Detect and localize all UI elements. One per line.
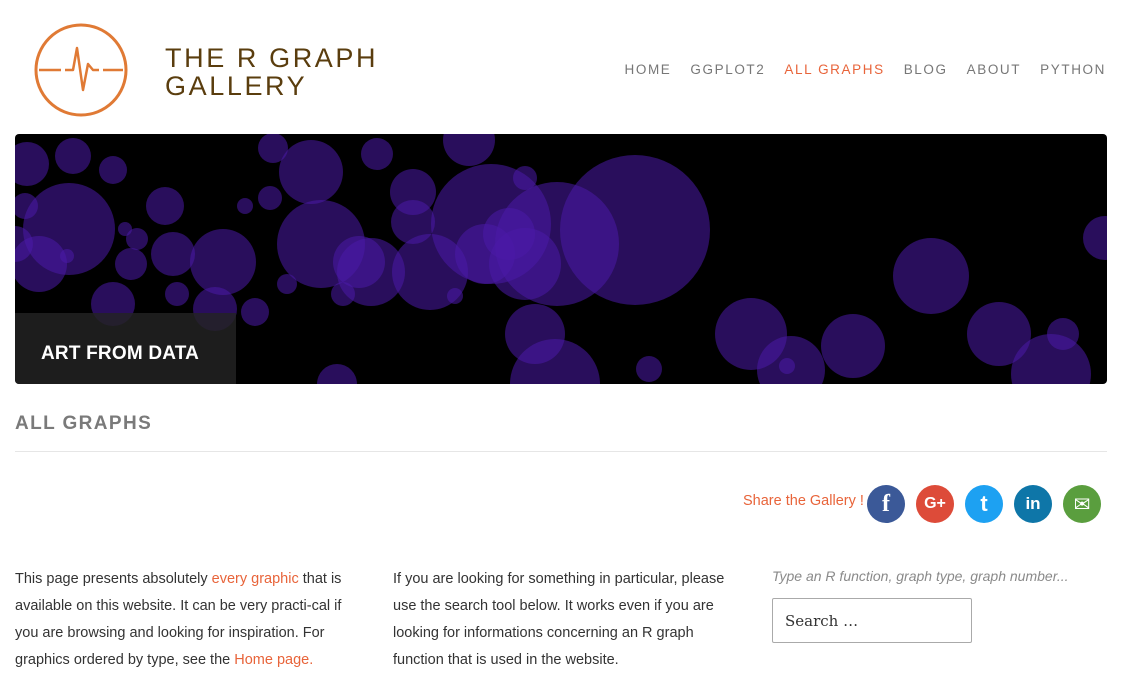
twitter-glyph: t [980,491,988,516]
google-plus-glyph: G+ [924,495,946,512]
search-instructions: If you are looking for something in part… [393,571,725,668]
search-input[interactable] [772,598,972,643]
site-title-line-1: THE R GRAPH [165,43,379,73]
site-title[interactable]: THE R GRAPH GALLERY [165,44,378,100]
nav-ggplot2[interactable]: GGPLOT2 [690,62,765,77]
home-page-link[interactable]: Home page. [234,652,313,668]
every-graphic-link[interactable]: every graphic [212,571,299,587]
email-glyph: ✉ [1073,493,1091,516]
title-divider [15,451,1107,452]
share-label: Share the Gallery ! [743,493,864,509]
main-nav: HOME GGPLOT2 ALL GRAPHS BLOG ABOUT PYTHO… [625,62,1106,77]
nav-blog[interactable]: BLOG [904,62,948,77]
facebook-icon[interactable]: f [867,485,905,523]
google-plus-icon[interactable]: G+ [916,485,954,523]
intro-paragraph: This page presents absolutely every grap… [15,566,355,674]
nav-python[interactable]: PYTHON [1040,62,1106,77]
twitter-icon[interactable]: t [965,485,1003,523]
nav-home[interactable]: HOME [625,62,672,77]
email-icon[interactable]: ✉ [1063,485,1101,523]
hero-banner: ART FROM DATA [15,134,1107,384]
banner-caption: ART FROM DATA [15,313,236,384]
linkedin-glyph: in [1025,494,1041,513]
search-hint: Type an R function, graph type, graph nu… [772,568,1069,584]
nav-all-graphs[interactable]: ALL GRAPHS [784,62,884,77]
facebook-glyph: f [882,490,890,517]
logo-icon[interactable] [33,20,129,120]
linkedin-icon[interactable]: in [1014,485,1052,523]
site-title-line-2: GALLERY [165,71,308,101]
page-title: ALL GRAPHS [15,413,153,434]
intro-text-1: This page presents absolutely [15,571,212,587]
nav-about[interactable]: ABOUT [967,62,1022,77]
